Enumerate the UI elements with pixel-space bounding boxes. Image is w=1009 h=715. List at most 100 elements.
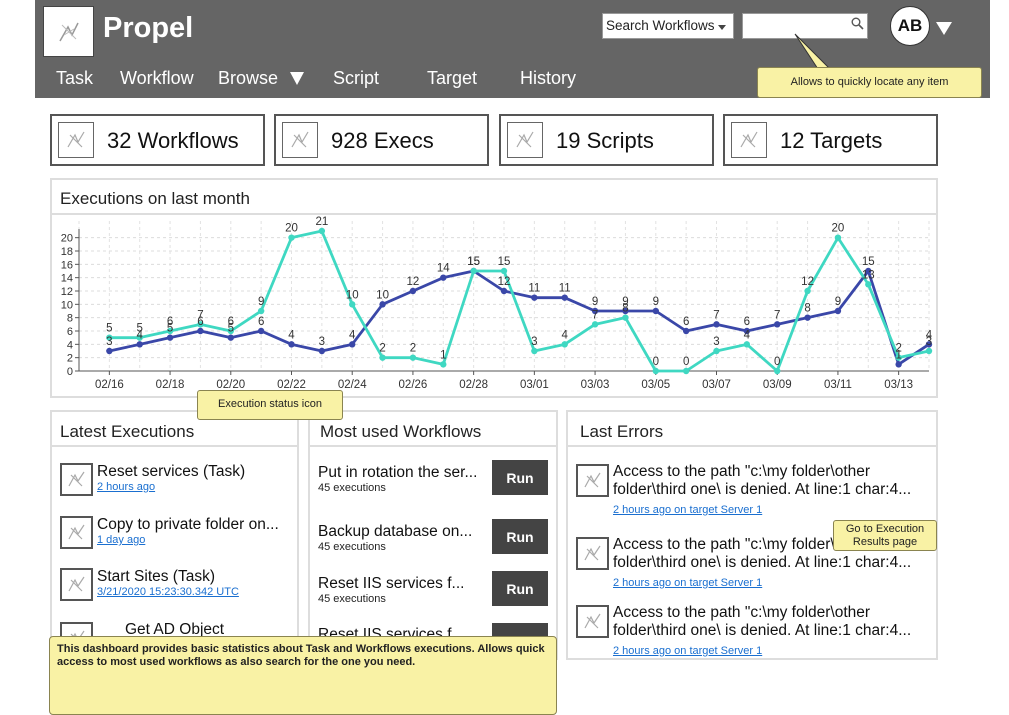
y-tick-label: 14 bbox=[61, 273, 73, 285]
series-point bbox=[652, 367, 659, 375]
series-point bbox=[774, 367, 781, 375]
x-tick-label: 02/16 bbox=[95, 379, 124, 391]
data-label: 8 bbox=[804, 303, 810, 315]
series-point bbox=[895, 361, 902, 368]
series-point bbox=[834, 234, 842, 241]
data-label: 5 bbox=[106, 323, 112, 335]
y-tick-label: 18 bbox=[61, 246, 73, 258]
series-point bbox=[652, 307, 659, 315]
x-tick-label: 03/11 bbox=[824, 379, 852, 391]
series-point bbox=[713, 347, 720, 355]
series-point bbox=[106, 347, 113, 355]
series-point bbox=[440, 274, 447, 281]
series-point bbox=[288, 234, 295, 241]
workflow-name[interactable]: Put in rotation the ser... bbox=[318, 464, 477, 482]
run-button[interactable]: Run bbox=[492, 571, 548, 606]
execution-status-icon[interactable] bbox=[60, 568, 93, 601]
data-label: 3 bbox=[926, 336, 932, 348]
series-point bbox=[227, 334, 234, 341]
y-tick-label: 2 bbox=[67, 353, 73, 365]
run-button[interactable]: Run bbox=[492, 519, 548, 554]
data-label: 11 bbox=[528, 283, 540, 295]
series-point bbox=[409, 354, 417, 361]
data-label: 10 bbox=[376, 289, 389, 301]
execution-time-link[interactable]: 2 hours ago bbox=[97, 481, 155, 493]
data-label: 21 bbox=[315, 216, 328, 228]
workflow-exec-count: 45 executions bbox=[318, 541, 386, 553]
data-label: 2 bbox=[895, 343, 901, 355]
chart-series bbox=[106, 227, 933, 375]
series-point bbox=[409, 287, 417, 295]
series-point bbox=[379, 354, 386, 361]
series-point bbox=[318, 227, 326, 235]
error-status-icon[interactable] bbox=[576, 605, 609, 638]
status-icon-callout: Execution status icon bbox=[197, 390, 343, 420]
series-point bbox=[257, 327, 265, 335]
data-label: 4 bbox=[288, 329, 295, 341]
last-errors-divider bbox=[568, 445, 936, 447]
error-status-icon[interactable] bbox=[576, 537, 609, 570]
workflow-exec-count: 45 executions bbox=[318, 593, 386, 605]
error-message: Access to the path "c:\my folder\other f… bbox=[613, 604, 912, 639]
y-tick-label: 0 bbox=[67, 366, 73, 378]
data-label: 9 bbox=[258, 296, 264, 308]
execution-name[interactable]: Copy to private folder on... bbox=[97, 516, 279, 534]
series-point bbox=[622, 314, 629, 321]
run-button[interactable]: Run bbox=[492, 460, 548, 495]
x-tick-label: 03/03 bbox=[581, 379, 610, 391]
error-status-icon[interactable] bbox=[576, 464, 609, 497]
data-label: 12 bbox=[498, 276, 511, 288]
data-label: 15 bbox=[862, 256, 875, 268]
data-label: 2 bbox=[410, 343, 416, 355]
data-label: 13 bbox=[862, 269, 875, 281]
series-point bbox=[166, 334, 174, 341]
workflow-name[interactable]: Backup database on... bbox=[318, 523, 472, 541]
series-point bbox=[743, 341, 751, 348]
data-label: 9 bbox=[653, 296, 659, 308]
chart-grid bbox=[78, 221, 930, 372]
x-tick-label: 03/01 bbox=[520, 379, 549, 391]
series-point bbox=[531, 347, 538, 355]
series-point bbox=[349, 301, 356, 308]
series-point bbox=[561, 341, 568, 348]
data-label: 9 bbox=[835, 296, 841, 308]
execution-name[interactable]: Reset services (Task) bbox=[97, 463, 245, 481]
execution-status-icon[interactable] bbox=[60, 463, 93, 496]
data-label: 20 bbox=[285, 223, 298, 235]
execution-time-link[interactable]: 1 day ago bbox=[97, 534, 145, 546]
series-point bbox=[713, 321, 720, 328]
data-label: 9 bbox=[592, 296, 598, 308]
y-tick-label: 8 bbox=[67, 313, 73, 325]
data-label: 3 bbox=[319, 336, 325, 348]
error-result-link[interactable]: 2 hours ago on target Server 1 bbox=[613, 645, 762, 657]
error-result-link[interactable]: 2 hours ago on target Server 1 bbox=[613, 504, 762, 516]
data-label: 3 bbox=[531, 336, 537, 348]
series-point bbox=[774, 321, 781, 328]
data-label: 7 bbox=[713, 309, 719, 321]
data-label: 0 bbox=[774, 356, 780, 368]
latest-executions-panel: Latest Executions Reset services (Task) … bbox=[50, 410, 299, 660]
go-to-results-callout: Go to Execution Results page bbox=[833, 520, 937, 551]
data-label: 5 bbox=[137, 323, 143, 335]
execution-time-link[interactable]: 3/21/2020 15:23:30.342 UTC bbox=[97, 586, 239, 598]
execution-name[interactable]: Start Sites (Task) bbox=[97, 568, 215, 586]
workflow-name[interactable]: Reset IIS services f... bbox=[318, 575, 464, 593]
error-result-link[interactable]: 2 hours ago on target Server 1 bbox=[613, 577, 762, 589]
error-message: Access to the path "c:\my folder\other f… bbox=[613, 463, 912, 498]
series-point bbox=[379, 301, 386, 308]
y-tick-label: 16 bbox=[61, 259, 73, 271]
series-point bbox=[257, 307, 265, 315]
data-label: 6 bbox=[258, 316, 264, 328]
data-label: 0 bbox=[653, 356, 659, 368]
data-label: 3 bbox=[106, 336, 112, 348]
series-point bbox=[197, 327, 204, 335]
data-label: 4 bbox=[562, 329, 569, 341]
y-tick-label: 4 bbox=[67, 339, 73, 351]
execution-status-icon[interactable] bbox=[60, 516, 93, 549]
x-tick-label: 02/18 bbox=[156, 379, 185, 391]
dashboard-description-callout: This dashboard provides basic statistics… bbox=[49, 636, 557, 715]
last-errors-title: Last Errors bbox=[580, 422, 664, 441]
series-point bbox=[865, 281, 872, 288]
series-point bbox=[925, 347, 933, 355]
x-tick-label: 02/28 bbox=[459, 379, 488, 391]
